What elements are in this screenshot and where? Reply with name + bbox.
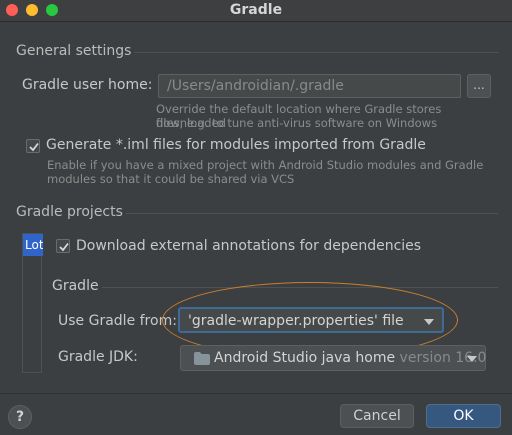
gradle-projects-heading: Gradle projects [16, 204, 123, 220]
gradle-jdk-value: Android Studio java home version 16.0 [214, 350, 486, 366]
gradle-projects-divider [126, 213, 498, 214]
title-bar: Gradle [0, 0, 512, 22]
bottom-divider [0, 393, 512, 394]
gradle-jdk-label: Gradle JDK: [58, 349, 138, 365]
gradle-user-home-label: Gradle user home: [22, 77, 153, 93]
generate-iml-hint-line-2: modules so that it could be shared via V… [47, 172, 295, 186]
generate-iml-hint-line-1: Enable if you have a mixed project with … [47, 158, 484, 172]
project-list-item[interactable]: Lot [23, 234, 43, 256]
general-settings-divider [134, 52, 498, 53]
use-gradle-from-label: Use Gradle from: [58, 313, 177, 329]
gradle-user-home-value: /Users/androidian/.gradle [167, 78, 344, 94]
folder-icon [194, 352, 210, 365]
checkmark-icon [29, 142, 39, 152]
window-title: Gradle [229, 2, 283, 18]
cancel-button[interactable]: Cancel [340, 404, 414, 428]
projects-list[interactable]: Lot [22, 233, 43, 373]
gradle-user-home-field[interactable]: /Users/androidian/.gradle [158, 74, 461, 98]
general-settings-heading: General settings [16, 43, 132, 59]
checkmark-icon [59, 242, 69, 252]
download-annotations-checkbox[interactable] [56, 239, 70, 253]
ok-button[interactable]: OK [426, 404, 501, 428]
browse-button[interactable]: ... [467, 74, 491, 98]
download-annotations-label: Download external annotations for depend… [76, 238, 422, 254]
generate-iml-checkbox[interactable] [26, 139, 40, 153]
help-button[interactable]: ? [8, 405, 32, 429]
generate-iml-label: Generate *.iml files for modules importe… [46, 137, 426, 153]
gradle-jdk-select[interactable]: Android Studio java home version 16.0 [180, 345, 486, 371]
gradle-home-hint-line-2: files, e.g. to tune anti-virus software … [156, 116, 438, 130]
gradle-jdk-name: Android Studio java home [214, 350, 396, 366]
chevron-down-icon [467, 356, 477, 362]
gradle-subheading: Gradle [52, 278, 99, 294]
